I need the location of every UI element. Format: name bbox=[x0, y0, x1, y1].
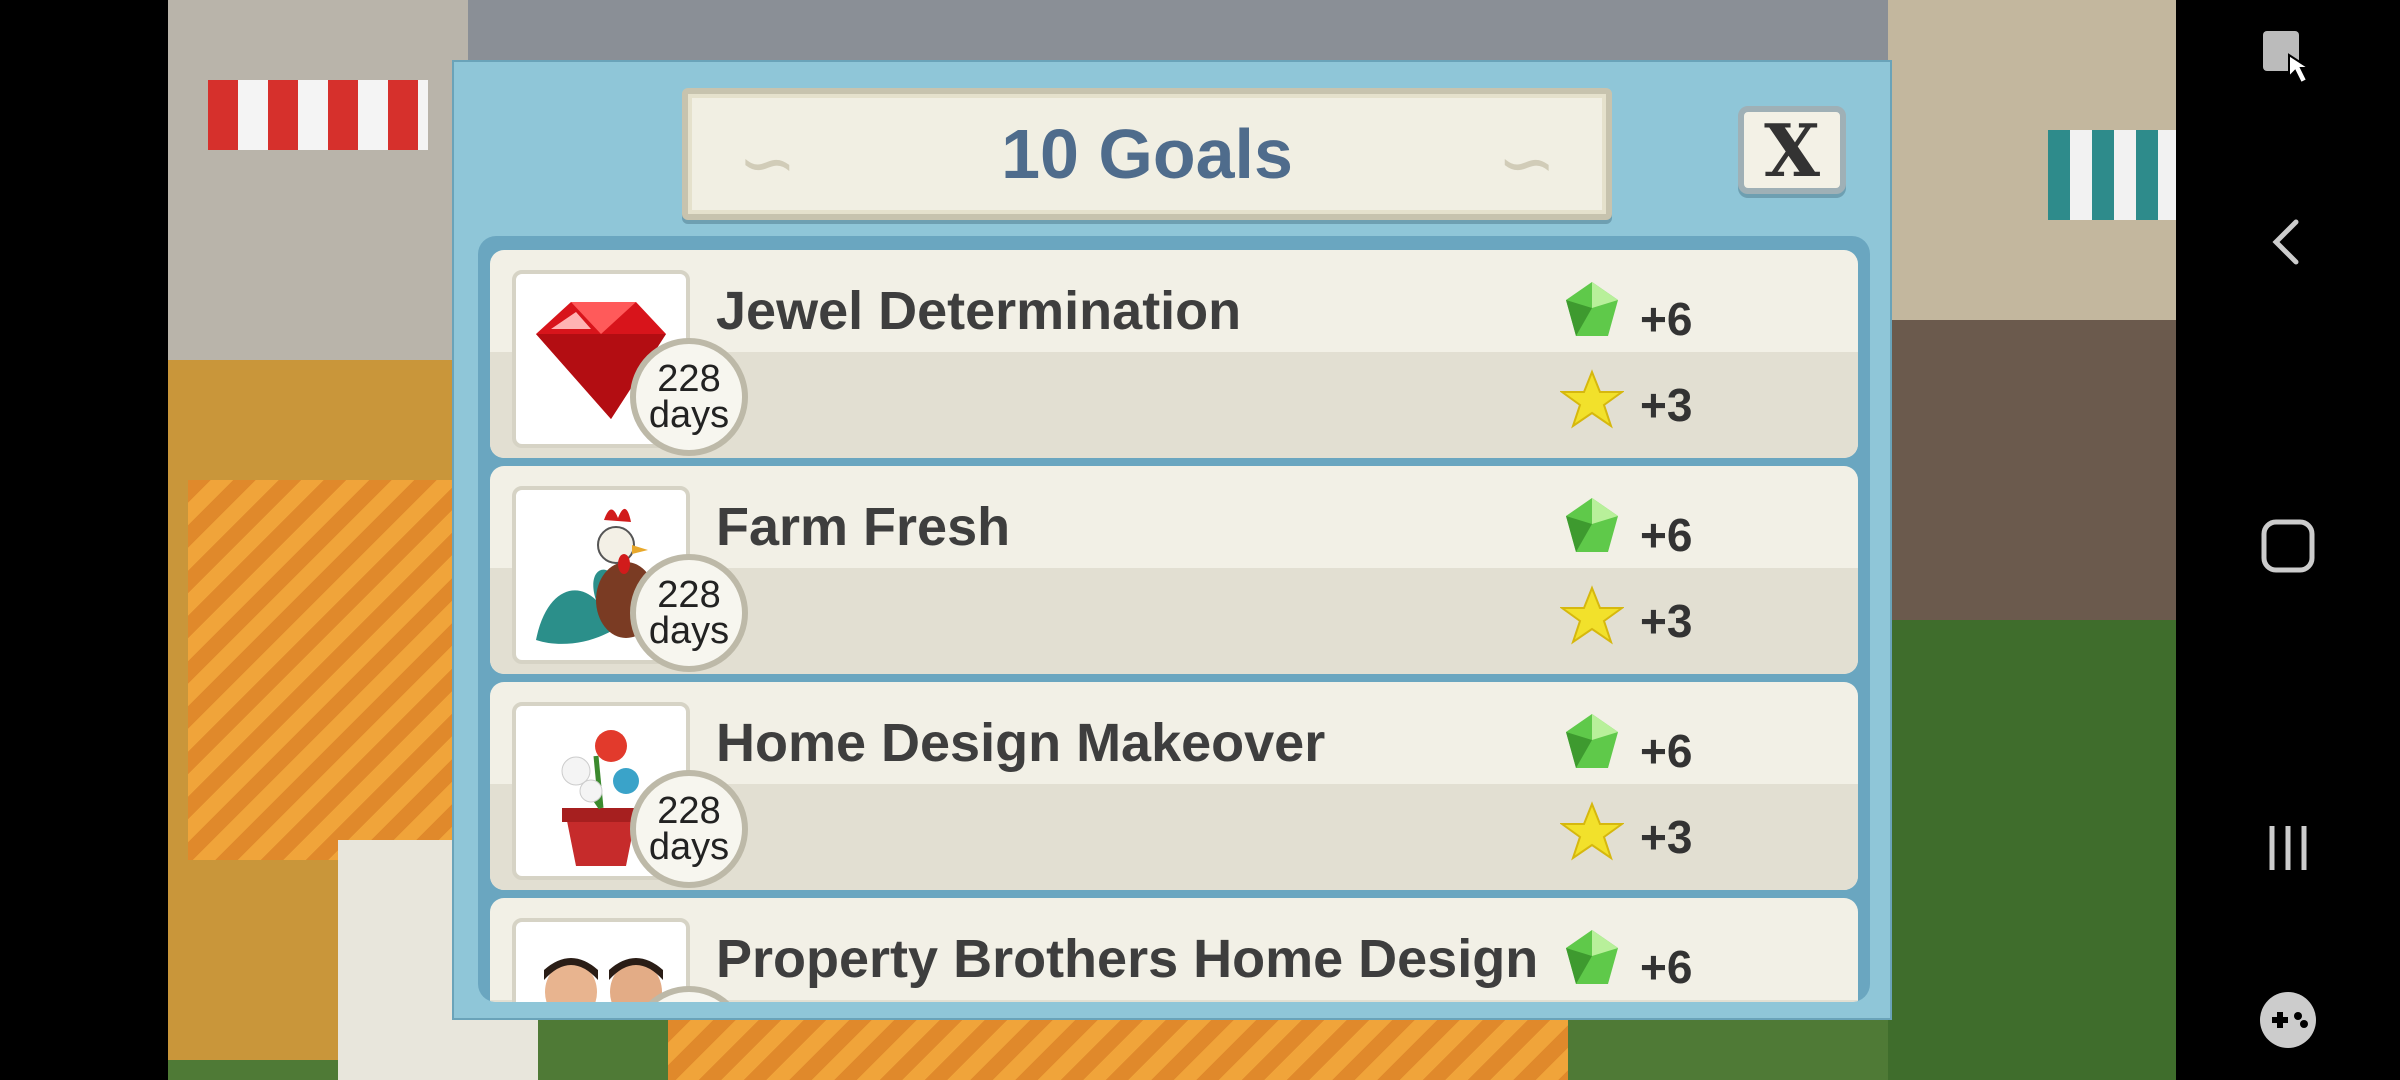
gem-icon bbox=[1566, 282, 1618, 336]
recents-button[interactable] bbox=[2238, 798, 2338, 898]
goal-title: Farm Fresh bbox=[716, 497, 1011, 557]
goal-icon-box bbox=[512, 918, 690, 1002]
home-icon bbox=[2261, 519, 2315, 573]
grass-right bbox=[1888, 620, 2176, 1080]
star-icon bbox=[1560, 585, 1624, 645]
dialog-title: 10 Goals bbox=[1001, 115, 1293, 193]
striped-awning bbox=[208, 80, 428, 150]
screen-touch-icon bbox=[2263, 31, 2313, 85]
goal-row[interactable]: 228 days Jewel Determination +6 +3 bbox=[490, 250, 1858, 458]
timer-value: 228 bbox=[657, 574, 721, 616]
star-reward-value: +3 bbox=[1640, 811, 1693, 863]
star-icon bbox=[1560, 801, 1624, 861]
gem-reward-value: +6 bbox=[1640, 725, 1693, 777]
property-brothers-portrait-icon bbox=[544, 958, 663, 1002]
gem-icon bbox=[1566, 714, 1618, 768]
timer-value: 228 bbox=[657, 790, 721, 832]
timer-unit: days bbox=[648, 394, 730, 436]
goal-title: Property Brothers Home Design bbox=[716, 929, 1539, 989]
timer-badge: 228 days bbox=[630, 554, 748, 672]
restaurant-right bbox=[1888, 320, 2176, 650]
game-controller-icon bbox=[2260, 992, 2316, 1048]
system-navigation-bar bbox=[2176, 0, 2400, 1080]
recents-icon bbox=[2269, 826, 2307, 870]
gem-reward-value: +6 bbox=[1640, 509, 1693, 561]
timer-unit: days bbox=[648, 610, 730, 652]
striped-roof-bottom bbox=[668, 1020, 1568, 1080]
goals-list[interactable]: 228 days Jewel Determination +6 +3 228 d… bbox=[478, 236, 1870, 1002]
building-left bbox=[168, 0, 468, 360]
gem-reward-value: +6 bbox=[1640, 293, 1693, 345]
goal-row[interactable]: 228 days Home Design Makeover +6 +3 bbox=[490, 682, 1858, 890]
timer-unit: days bbox=[648, 826, 730, 868]
back-button[interactable] bbox=[2238, 192, 2338, 292]
goals-dialog: ∽ ∽ 10 Goals X 228 days Jewel Determinat… bbox=[452, 60, 1892, 1020]
letterbox-left bbox=[0, 0, 168, 1080]
teal-awning bbox=[2048, 130, 2176, 220]
back-icon bbox=[2272, 219, 2299, 265]
goal-row[interactable]: 228 days Farm Fresh +6 +3 bbox=[490, 466, 1858, 674]
title-plate: ∽ ∽ 10 Goals bbox=[682, 88, 1612, 220]
gem-icon bbox=[1566, 498, 1618, 552]
goal-title: Jewel Determination bbox=[716, 281, 1242, 341]
star-icon bbox=[1560, 369, 1624, 429]
home-button[interactable] bbox=[2238, 496, 2338, 596]
goal-row[interactable]: 228 days Property Brothers Home Design +… bbox=[490, 898, 1858, 1002]
star-reward-value: +3 bbox=[1640, 595, 1693, 647]
game-tools-button[interactable] bbox=[2238, 970, 2338, 1070]
timer-badge: 228 days bbox=[630, 770, 748, 888]
star-reward-value: +3 bbox=[1640, 379, 1693, 431]
timer-badge: 228 days bbox=[630, 338, 748, 456]
close-button[interactable]: X bbox=[1738, 106, 1846, 194]
gem-reward-value: +6 bbox=[1640, 941, 1693, 993]
timer-value: 228 bbox=[657, 358, 721, 400]
goal-title: Home Design Makeover bbox=[716, 713, 1326, 773]
striped-roof-left bbox=[188, 480, 468, 860]
gem-icon bbox=[1566, 930, 1618, 984]
screen-touch-button[interactable] bbox=[2238, 6, 2338, 106]
